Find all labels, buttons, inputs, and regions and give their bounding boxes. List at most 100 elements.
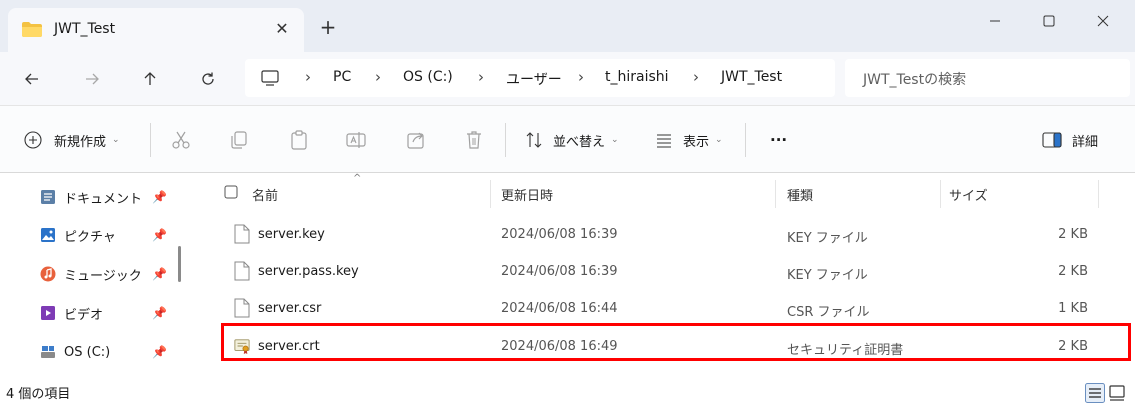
table-row[interactable]: server.csr 2024/06/08 16:44 CSR ファイル 1 K… [220,295,1120,325]
search-placeholder: JWT_Testの検索 [863,72,967,88]
chevron-down-icon: ⌄ [112,135,120,145]
tab-jwt-test[interactable]: JWT_Test ✕ [8,8,304,52]
sort-ascending-icon: ^ [353,173,362,184]
minimize-button[interactable] [972,4,1018,38]
details-view-icon[interactable] [1085,383,1105,403]
sidebar-item-label: ドキュメント [64,191,143,207]
title-bar: JWT_Test ✕ + [0,0,1135,52]
arrow-up-icon [144,72,156,85]
column-header-modified[interactable]: 更新日時 [501,185,553,204]
share-icon[interactable] [405,129,427,151]
file-name: server.csr [258,301,322,316]
new-tab-button[interactable]: + [316,16,340,40]
command-bar: 新規作成 ⌄ 並べ替え ⌄ 表示 ⌄ ··· 詳細 [0,105,1135,173]
sidebar-item-label: OS (C:) [64,344,111,360]
column-divider[interactable] [490,180,491,208]
sidebar-scrollbar[interactable] [178,246,181,282]
table-row[interactable]: server.key 2024/06/08 16:39 KEY ファイル 2 K… [220,221,1120,251]
more-options-button[interactable]: ··· [770,128,787,152]
search-input[interactable]: JWT_Testの検索 [845,59,1130,97]
sidebar-item-pictures[interactable]: ピクチャ [40,223,116,247]
file-size: 1 KB [1058,301,1088,316]
pin-icon[interactable]: 📌 [152,190,167,204]
breadcrumb-pc[interactable]: PC [333,69,351,85]
sidebar-item-label: ビデオ [64,307,104,323]
view-list-icon [657,134,671,148]
sidebar-item-label: ミュージック [64,268,142,284]
pin-icon[interactable]: 📌 [152,345,167,359]
file-icon [234,261,250,281]
column-header-type[interactable]: 種類 [787,185,813,204]
table-row[interactable]: server.pass.key 2024/06/08 16:39 KEY ファイ… [220,258,1120,288]
refresh-icon [202,72,214,85]
music-icon [40,266,56,282]
file-modified: 2024/06/08 16:44 [501,301,618,316]
arrow-left-icon [25,73,38,85]
breadcrumb-separator: › [693,68,699,86]
sort-icon [526,132,542,148]
pictures-icon [41,228,55,242]
close-tab-icon[interactable]: ✕ [270,17,294,41]
breadcrumb-os-drive[interactable]: OS (C:) [403,69,453,85]
breadcrumb-user[interactable]: t_hiraishi [605,69,669,85]
documents-icon [41,190,55,204]
status-bar: 4 個の項目 [0,373,1135,407]
item-count: 4 個の項目 [6,387,71,402]
arrow-right-icon [86,73,99,85]
sort-label: 並べ替え [553,134,606,150]
maximize-button[interactable] [1026,4,1072,38]
cut-icon[interactable] [170,129,192,151]
details-pane-button[interactable]: 詳細 [1042,128,1098,152]
column-header-size[interactable]: サイズ [949,185,988,204]
maximize-icon [1043,15,1055,27]
highlight-box [221,323,1131,361]
pin-icon[interactable]: 📌 [152,306,167,320]
sort-button[interactable]: 並べ替え ⌄ [525,128,619,152]
details-pane-icon [1042,132,1062,148]
chevron-down-icon: ⌄ [611,135,619,145]
breadcrumb-users[interactable]: ユーザー [506,69,562,89]
breadcrumb-current[interactable]: JWT_Test [721,69,782,85]
sidebar-item-music[interactable]: ミュージック [40,262,142,286]
chevron-down-icon: ⌄ [715,135,723,145]
back-button[interactable] [18,65,46,93]
delete-icon[interactable] [463,129,485,151]
column-divider[interactable] [1098,180,1099,208]
close-window-button[interactable] [1080,4,1126,38]
file-name: server.key [258,227,325,242]
view-label: 表示 [683,134,710,150]
file-icon [234,298,250,318]
breadcrumb-separator: › [375,68,381,86]
tiles-view-icon[interactable] [1107,383,1127,403]
refresh-button[interactable] [194,65,222,93]
sidebar-item-documents[interactable]: ドキュメント [40,185,142,209]
breadcrumb[interactable]: › PC › OS (C:) › ユーザー › t_hiraishi › JWT… [245,59,835,97]
sidebar-item-videos[interactable]: ビデオ [40,301,103,325]
file-type: KEY ファイル [787,268,868,283]
sidebar-item-os-drive[interactable]: OS (C:) [40,340,110,364]
more-icon: ··· [770,131,788,149]
breadcrumb-separator: › [305,68,311,86]
copy-icon[interactable] [228,129,250,151]
pin-icon[interactable]: 📌 [152,267,167,281]
rename-icon[interactable] [345,129,367,151]
forward-button[interactable] [78,65,106,93]
new-label: 新規作成 [54,134,107,150]
column-header-name[interactable]: 名前 [252,185,278,204]
drive-icon [41,346,55,358]
view-button[interactable]: 表示 ⌄ [655,128,723,152]
folder-icon [22,22,42,37]
details-label: 詳細 [1072,134,1099,150]
plus-circle-icon [24,131,42,149]
new-button[interactable]: 新規作成 ⌄ [24,128,120,152]
column-divider[interactable] [775,180,776,208]
pin-icon[interactable]: 📌 [152,228,167,242]
file-modified: 2024/06/08 16:39 [501,264,618,279]
up-button[interactable] [136,65,164,93]
column-divider[interactable] [940,180,941,208]
select-all-checkbox[interactable] [224,185,238,199]
paste-icon[interactable] [288,129,310,151]
breadcrumb-separator: › [578,68,584,86]
file-size: 2 KB [1058,264,1088,279]
file-type: CSR ファイル [787,305,870,320]
